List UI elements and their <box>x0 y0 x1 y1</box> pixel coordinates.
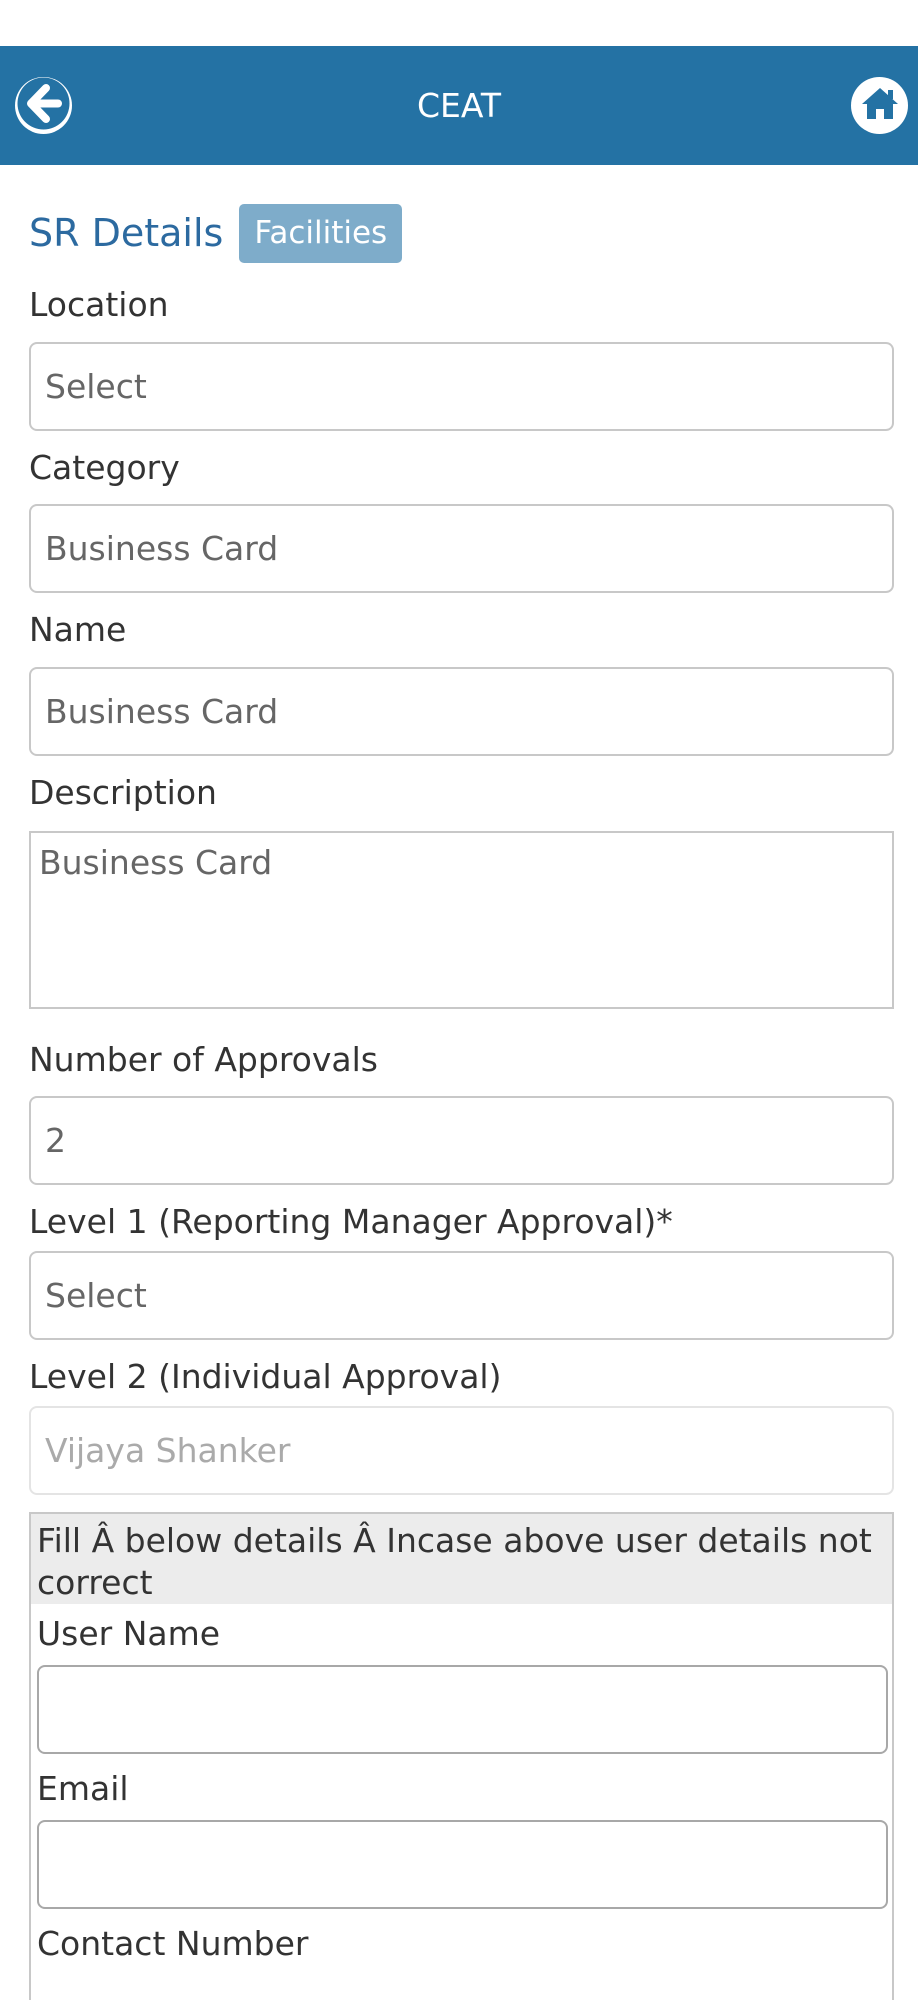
user-name-input[interactable] <box>37 1665 888 1754</box>
alternate-user-panel: Fill Â below details Â Incase above user… <box>29 1512 894 2000</box>
category-label: Category <box>29 448 180 487</box>
level1-label: Level 1 (Reporting Manager Approval)* <box>29 1202 673 1241</box>
approvals-value: 2 <box>45 1121 66 1160</box>
page-title: SR Details <box>29 211 224 255</box>
alternate-user-note: Fill Â below details Â Incase above user… <box>31 1514 892 1604</box>
name-field[interactable]: Business Card <box>29 667 894 756</box>
level1-select[interactable]: Select <box>29 1251 894 1340</box>
app-title: CEAT <box>416 86 502 125</box>
user-name-label: User Name <box>37 1614 221 1653</box>
location-label: Location <box>29 285 169 324</box>
approvals-label: Number of Approvals <box>29 1040 378 1079</box>
email-label: Email <box>37 1769 129 1808</box>
level2-field: Vijaya Shanker <box>29 1406 894 1495</box>
email-input[interactable] <box>37 1820 888 1909</box>
category-value: Business Card <box>45 529 279 568</box>
page-heading: SR Details Facilities <box>29 203 403 263</box>
app-bar: CEAT <box>0 46 918 165</box>
home-button[interactable] <box>851 77 908 134</box>
level2-value: Vijaya Shanker <box>45 1431 291 1470</box>
status-bar <box>0 0 924 46</box>
description-value: Business Card <box>39 843 273 882</box>
level2-label: Level 2 (Individual Approval) <box>29 1357 502 1396</box>
category-badge: Facilities <box>239 203 403 263</box>
approvals-field[interactable]: 2 <box>29 1096 894 1185</box>
location-select[interactable]: Select <box>29 342 894 431</box>
description-textarea[interactable]: Business Card <box>29 831 894 1009</box>
name-value: Business Card <box>45 692 279 731</box>
name-label: Name <box>29 610 127 649</box>
category-field[interactable]: Business Card <box>29 504 894 593</box>
description-label: Description <box>29 773 217 812</box>
home-icon <box>860 85 900 126</box>
contact-number-label: Contact Number <box>37 1924 309 1963</box>
location-value: Select <box>45 367 147 406</box>
level1-value: Select <box>45 1276 147 1315</box>
